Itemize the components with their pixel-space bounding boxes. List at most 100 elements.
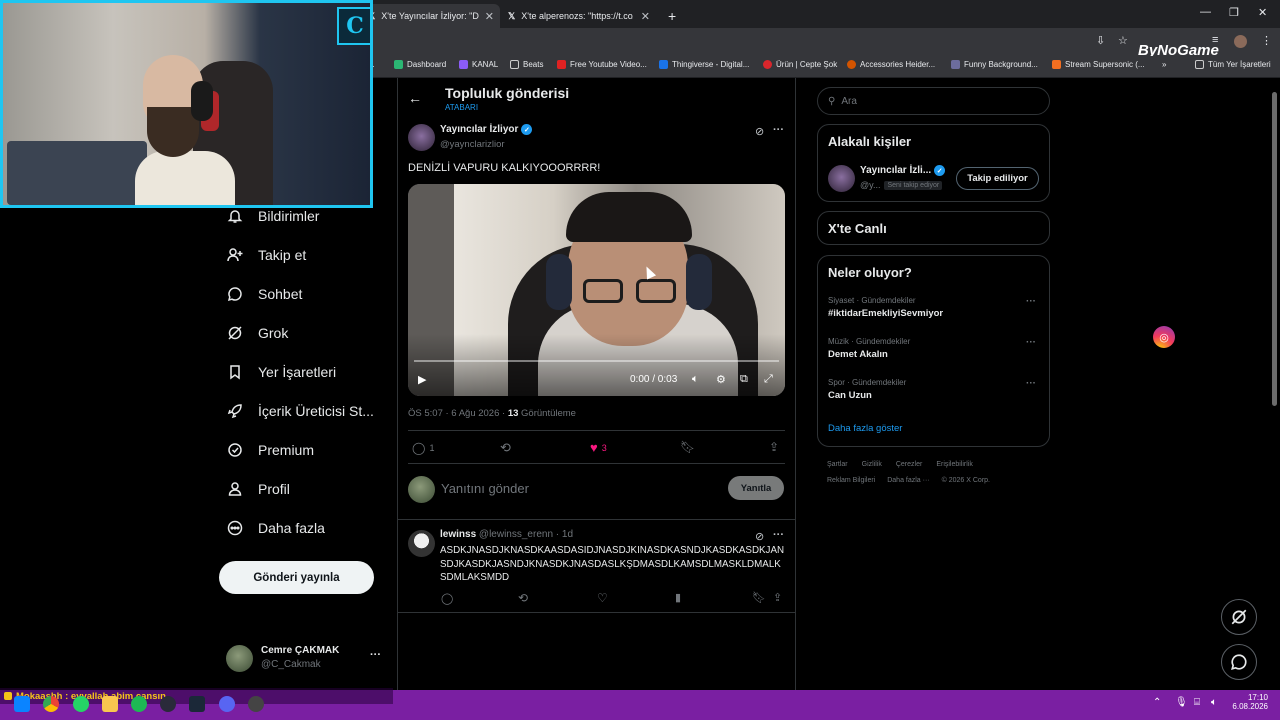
trend-item[interactable]: Siyaset · Gündemdekiler #iktidarEmekliyi… (828, 296, 1040, 326)
maximize-icon[interactable]: ❐ (1229, 6, 1239, 19)
video-player[interactable]: ▶ 0:00 / 0:03 🔈︎ ⚙ ⧉ ⤢ (408, 184, 785, 396)
trend-item[interactable]: Müzik · Gündemdekiler Demet Akalın ··· (828, 337, 1040, 367)
play-icon[interactable]: ▶ (418, 373, 426, 386)
bookmark-item[interactable]: Dashboard (394, 60, 446, 69)
volume-icon[interactable]: 🔈︎ (692, 373, 699, 386)
footer-link[interactable]: Gizlilik (862, 461, 882, 468)
bookmark-icon[interactable]: 🔖︎ (752, 591, 766, 604)
share-icon[interactable]: ⇪ (773, 591, 782, 604)
clock[interactable]: 17:10 6.08.2026 (1232, 693, 1268, 711)
more-options-icon[interactable]: ··· (773, 124, 784, 136)
settings-icon[interactable]: ⚙ (716, 373, 726, 386)
nav-profile[interactable]: Profil (226, 474, 290, 504)
more-options-icon[interactable]: ··· (1026, 337, 1036, 348)
volume-icon[interactable]: 🔈︎ (1211, 697, 1217, 708)
related-name[interactable]: Yayıncılar İzli... ✓ (860, 165, 946, 176)
post-button[interactable]: Gönderi yayınla (219, 561, 374, 594)
video-progress-track[interactable] (414, 360, 779, 362)
tab-second[interactable]: 𝕏 X'te alperenozs: "https://t.co/H ✕ (502, 4, 656, 28)
picture-in-picture-icon[interactable]: ⧉ (740, 373, 748, 386)
page-scrollbar[interactable] (1272, 92, 1277, 406)
footer-link[interactable]: Reklam Bilgileri (827, 477, 875, 484)
microphone-icon[interactable]: 🎙︎ (1175, 697, 1188, 708)
file-explorer-icon[interactable] (102, 696, 118, 712)
trend-item[interactable]: Spor · Gündemdekiler Can Uzun ··· (828, 378, 1040, 408)
bookmark-item[interactable]: Funny Background... (951, 60, 1038, 69)
nav-more[interactable]: Daha fazla (226, 513, 325, 543)
live-card[interactable]: X'te Canlı (817, 211, 1050, 245)
reply-author[interactable]: lewinss (440, 529, 476, 540)
grok-float-button[interactable] (1221, 599, 1257, 635)
bookmark-item[interactable]: Ürün | Cepte Şok (763, 60, 837, 69)
windows-start-icon[interactable] (14, 696, 30, 712)
bookmark-item[interactable]: Free Youtube Video... (557, 60, 647, 69)
tray-chevron-icon[interactable]: ⌃ (1153, 697, 1161, 708)
search-input[interactable]: ⚲ Ara (817, 87, 1050, 115)
back-arrow-icon[interactable]: ← (408, 90, 422, 106)
bookmark-item[interactable]: Beats (510, 60, 543, 69)
nav-chat[interactable]: Sohbet (226, 279, 302, 309)
account-switcher[interactable]: Cemre ÇAKMAK @C_Cakmak ··· (226, 644, 386, 674)
like-action[interactable]: ♥ 3 (590, 440, 607, 455)
nav-bookmarks[interactable]: Yer İşaretleri (226, 357, 336, 387)
whatsapp-icon[interactable] (73, 696, 89, 712)
bookmark-item[interactable]: Stream Supersonic (... (1052, 60, 1145, 69)
post-handle[interactable]: @yaynclarizlior (440, 139, 505, 150)
bookmark-item[interactable]: Accessories Heider... (847, 60, 935, 69)
avatar[interactable] (828, 165, 855, 192)
bookmarks-overflow-icon[interactable]: » (1162, 60, 1166, 69)
reply-action[interactable]: ◯ 1 (412, 441, 434, 455)
grok-icon[interactable]: ⊘ (755, 125, 764, 138)
bookmark-all[interactable]: Tüm Yer İşaretleri (1195, 60, 1271, 69)
following-button[interactable]: Takip ediliyor (956, 167, 1039, 190)
steam-icon[interactable] (189, 696, 205, 712)
repost-icon[interactable]: ⟲ (500, 440, 511, 456)
new-tab-button[interactable]: + (662, 4, 682, 28)
account-more-icon[interactable]: ··· (370, 649, 381, 661)
reply-handle[interactable]: @lewinss_erenn · 1d (479, 529, 573, 540)
analytics-icon[interactable]: ▮ (675, 591, 681, 604)
nav-grok[interactable]: Grok (226, 318, 288, 348)
nav-premium[interactable]: Premium (226, 435, 314, 465)
more-options-icon[interactable]: ··· (1026, 378, 1036, 389)
reply-icon[interactable]: ◯ (441, 592, 453, 605)
install-icon[interactable]: ⇩ (1096, 34, 1105, 47)
profile-avatar-icon[interactable] (1234, 35, 1247, 48)
messages-float-button[interactable] (1221, 644, 1257, 680)
close-icon[interactable]: ✕ (641, 10, 650, 23)
chrome-icon[interactable] (43, 696, 59, 712)
show-more-link[interactable]: Daha fazla göster (828, 423, 902, 434)
bookmark-item[interactable]: KANAL (459, 60, 498, 69)
share-icon[interactable]: ⇪ (769, 440, 779, 454)
footer-link[interactable]: Erişilebilirlik (936, 461, 973, 468)
close-icon[interactable]: ✕ (485, 10, 494, 23)
grok-icon[interactable]: ⊘ (755, 530, 764, 543)
nav-notifications[interactable]: Bildirimler (226, 201, 319, 231)
reply-input[interactable]: Yanıtını gönder (441, 481, 529, 496)
media-icon[interactable]: ≡ (1212, 34, 1218, 46)
bookmark-item[interactable]: Thingiverse - Digital... (659, 60, 749, 69)
reply-button[interactable]: Yanıtla (728, 476, 784, 500)
footer-link[interactable]: Şartlar (827, 461, 848, 468)
footer-link[interactable]: Daha fazla ··· (887, 477, 929, 484)
fullscreen-icon[interactable]: ⤢ (764, 373, 773, 386)
more-options-icon[interactable]: ··· (773, 529, 784, 541)
app-icon[interactable] (248, 696, 264, 712)
network-icon[interactable]: ⌸ (1194, 697, 1200, 708)
obs-icon[interactable] (160, 696, 176, 712)
post-author[interactable]: Yayıncılar İzliyor ✓ (440, 124, 533, 135)
more-options-icon[interactable]: ··· (1026, 296, 1036, 307)
minimize-icon[interactable]: — (1200, 6, 1211, 18)
nav-creator-studio[interactable]: İçerik Üreticisi St... (226, 396, 374, 426)
footer-link[interactable]: Çerezler (896, 461, 922, 468)
bookmark-icon[interactable]: 🔖︎ (680, 440, 695, 454)
heart-outline-icon[interactable]: ♡ (597, 591, 608, 605)
repost-icon[interactable]: ⟲ (518, 591, 528, 605)
star-icon[interactable]: ☆ (1118, 34, 1128, 47)
close-window-icon[interactable]: ✕ (1258, 6, 1267, 19)
avatar[interactable] (408, 530, 435, 557)
menu-icon[interactable]: ⋮ (1261, 34, 1272, 47)
spotify-icon[interactable] (131, 696, 147, 712)
discord-icon[interactable] (219, 696, 235, 712)
nav-follow[interactable]: Takip et (226, 240, 306, 270)
